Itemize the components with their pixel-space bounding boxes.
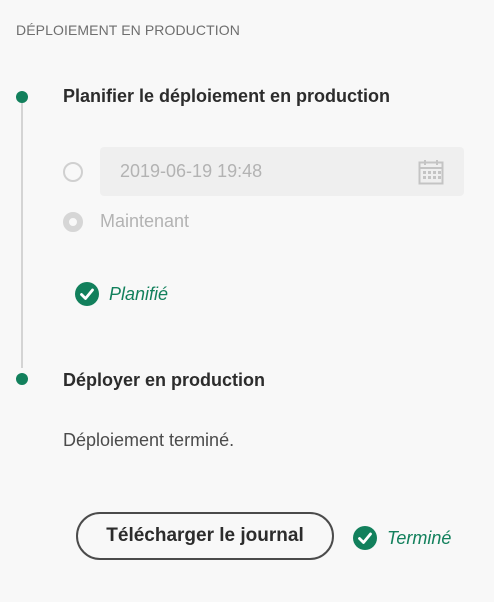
calendar-icon[interactable] [418, 159, 444, 185]
check-circle-icon [353, 526, 377, 550]
step2-title: Déployer en production [63, 370, 266, 390]
download-log-button[interactable]: Télécharger le journal [76, 512, 334, 560]
check-circle-icon [75, 282, 99, 306]
now-radio-label: Maintenant [100, 211, 190, 231]
schedule-radio[interactable] [63, 162, 83, 182]
date-time-field[interactable]: 2019-06-19 19:48 [100, 147, 464, 196]
deployment-message: Déploiement terminé. [63, 430, 235, 450]
date-time-value: 2019-06-19 19:48 [120, 161, 263, 181]
section-title: DÉPLOIEMENT EN PRODUCTION [16, 22, 240, 38]
step1-dot [16, 91, 28, 103]
step2-dot [16, 373, 28, 385]
step1-status: Planifié [75, 282, 168, 306]
step1-status-label: Planifié [109, 283, 169, 304]
now-radio[interactable] [63, 212, 83, 232]
step1-title: Planifier le déploiement en production [63, 86, 391, 106]
step2-status-label: Terminé [387, 527, 452, 548]
timeline-line [21, 100, 23, 368]
step2-status: Terminé [353, 526, 451, 550]
